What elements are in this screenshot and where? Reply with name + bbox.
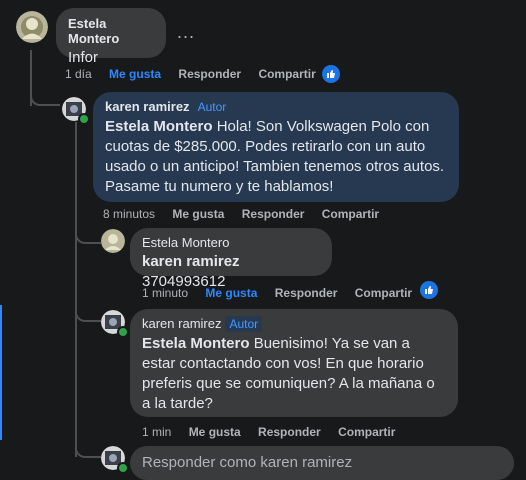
reply-2-actions: 1 minuto Me gusta Responder Compartir [142, 286, 426, 300]
reply-button[interactable]: Responder [258, 425, 321, 439]
like-button[interactable]: Me gusta [189, 425, 241, 439]
thread-curve-3 [75, 300, 101, 322]
reply-3-author[interactable]: karen ramirez [142, 316, 221, 331]
reply-input[interactable]: Responder como karen ramirez [130, 446, 514, 480]
thread-line-sub [75, 122, 77, 457]
online-indicator [117, 462, 129, 474]
reply-1-actions: 8 minutos Me gusta Responder Compartir [103, 207, 393, 221]
thread-curve [30, 86, 60, 106]
avatar-estela-2[interactable] [101, 229, 125, 253]
scroll-indicator [0, 305, 2, 440]
thread-curve-4 [75, 438, 101, 458]
reply-1-time[interactable]: 8 minutos [103, 207, 155, 221]
more-options-button[interactable]: ... [177, 22, 195, 43]
online-indicator [78, 113, 90, 125]
share-button[interactable]: Compartir [322, 207, 379, 221]
like-button[interactable]: Me gusta [109, 67, 161, 81]
reply-1-text: Estela Montero Hola! Son Volkswagen Polo… [105, 118, 445, 195]
reply-bubble-3: karen ramirez Autor Estela Montero Buenis… [130, 309, 458, 417]
reply-bubble-2: Estela Montero karen ramirez 3704993612 [130, 228, 332, 290]
reply-1-author[interactable]: karen ramirez [105, 99, 190, 114]
thread-curve-2 [75, 222, 101, 244]
share-button[interactable]: Compartir [338, 425, 395, 439]
comment-actions: 1 día Me gusta Responder Compartir [65, 67, 330, 81]
mention[interactable]: karen ramirez [142, 253, 240, 270]
comment-author[interactable]: Estela Montero [68, 16, 154, 46]
reply-3-time[interactable]: 1 min [142, 425, 171, 439]
comment-bubble: Estela Montero Infor [56, 8, 166, 66]
author-badge: Autor [225, 316, 263, 332]
like-button[interactable]: Me gusta [172, 207, 224, 221]
avatar-estela[interactable] [16, 11, 48, 43]
share-button[interactable]: Compartir [258, 67, 315, 81]
reply-button[interactable]: Responder [275, 286, 338, 300]
mention[interactable]: Estela Montero [105, 118, 213, 135]
online-indicator [117, 326, 129, 338]
reply-bubble-1: karen ramirez Autor Estela Montero Hola! … [93, 92, 459, 202]
author-badge: Autor [193, 99, 231, 115]
like-reaction-icon[interactable] [420, 281, 438, 299]
like-button[interactable]: Me gusta [205, 286, 257, 300]
comment-time[interactable]: 1 día [65, 67, 92, 81]
reply-button[interactable]: Responder [178, 67, 241, 81]
share-button[interactable]: Compartir [355, 286, 412, 300]
like-reaction-icon[interactable] [322, 65, 340, 83]
reply-button[interactable]: Responder [242, 207, 305, 221]
reply-2-author[interactable]: Estela Montero [142, 235, 320, 250]
comment-text: Infor [68, 49, 99, 66]
mention[interactable]: Estela Montero [142, 335, 250, 352]
reply-3-text: Estela Montero Buenisimo! Ya se van a es… [142, 335, 435, 412]
reply-2-time[interactable]: 1 minuto [142, 286, 188, 300]
reply-3-actions: 1 min Me gusta Responder Compartir [142, 425, 409, 439]
